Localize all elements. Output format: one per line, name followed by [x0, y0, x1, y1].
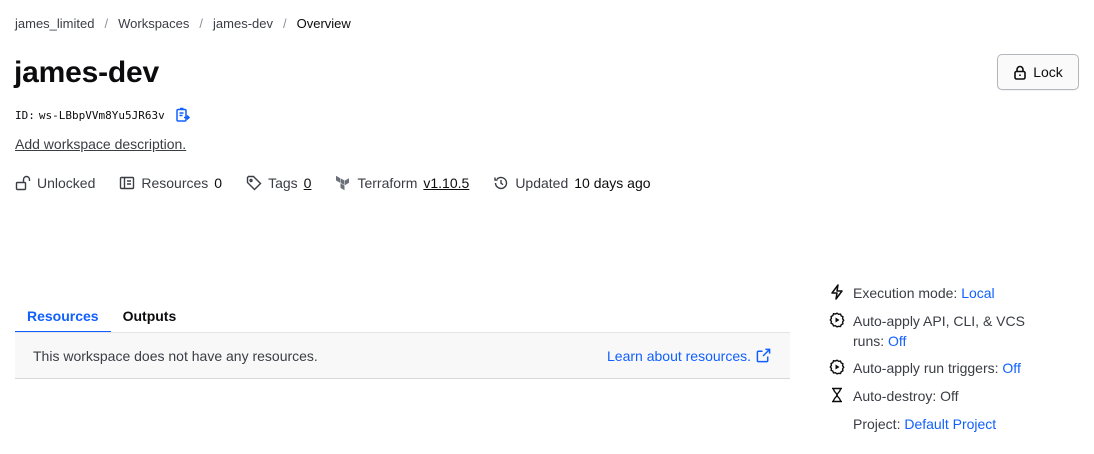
breadcrumb-workspaces[interactable]: Workspaces: [118, 16, 189, 31]
tags-value[interactable]: 0: [304, 175, 312, 191]
terraform-version-value[interactable]: v1.10.5: [423, 175, 469, 191]
tab-bar: Resources Outputs: [15, 304, 188, 333]
tags-count: Tags 0: [246, 175, 311, 191]
breadcrumb-current: Overview: [296, 16, 351, 31]
add-description-link[interactable]: Add workspace description.: [15, 136, 186, 152]
run-triggers-icon: [829, 358, 845, 376]
breadcrumb-workspace[interactable]: james-dev: [213, 16, 273, 31]
execution-mode-label: Execution mode:: [853, 285, 958, 301]
project-label: Project:: [853, 416, 901, 432]
unlocked-icon: [15, 175, 31, 191]
project-value[interactable]: Default Project: [904, 416, 996, 432]
resources-count: Resources 0: [119, 175, 222, 191]
updated-value: 10 days ago: [574, 175, 651, 191]
auto-destroy: Auto-destroy: Off: [829, 386, 1069, 406]
resources-panel: This workspace does not have any resourc…: [15, 332, 790, 379]
breadcrumb-separator: /: [104, 16, 109, 31]
tab-resources[interactable]: Resources: [15, 304, 111, 333]
lock-status: Unlocked: [15, 175, 95, 191]
empty-resources-message: This workspace does not have any resourc…: [33, 347, 318, 364]
auto-apply-triggers-value[interactable]: Off: [1002, 360, 1020, 376]
updated-time: Updated 10 days ago: [493, 175, 651, 191]
auto-destroy-value: Off: [940, 388, 959, 404]
auto-apply-icon: [829, 311, 845, 329]
workspace-id-value: ws-LBbpVVm8Yu5JR63v: [38, 108, 165, 122]
copy-icon[interactable]: [175, 107, 191, 123]
workspace-meta: Unlocked Resources 0 Tags 0 Terraform v1…: [15, 175, 675, 191]
lock-status-label: Unlocked: [37, 175, 96, 191]
resources-value: 0: [214, 175, 223, 191]
learn-resources-link[interactable]: Learn about resources.: [607, 348, 771, 364]
workspace-id: ID: ws-LBbpVVm8Yu5JR63v: [15, 107, 191, 123]
breadcrumb: james_limited / Workspaces / james-dev /…: [15, 16, 351, 31]
terraform-icon: [335, 175, 351, 191]
execution-mode-value[interactable]: Local: [961, 285, 994, 301]
history-icon: [493, 175, 509, 191]
lock-button[interactable]: Lock: [997, 54, 1079, 90]
tag-icon: [246, 175, 262, 191]
resources-label: Resources: [141, 175, 209, 191]
auto-apply-label-line2: runs:: [853, 333, 885, 349]
lightning-icon: [829, 283, 845, 301]
lock-icon: [1013, 65, 1027, 80]
auto-apply-value[interactable]: Off: [888, 333, 906, 349]
breadcrumb-separator: /: [283, 16, 287, 31]
terraform-label: Terraform: [357, 175, 418, 191]
breadcrumb-separator: /: [199, 16, 204, 31]
auto-apply: Auto-apply API, CLI, & VCS runs: Off: [829, 311, 1069, 351]
auto-destroy-label: Auto-destroy:: [853, 388, 937, 404]
workspace-id-label: ID:: [15, 108, 35, 122]
tags-label: Tags: [268, 175, 298, 191]
external-link-icon: [756, 348, 771, 363]
auto-apply-label-line1: Auto-apply API, CLI, & VCS: [853, 313, 1025, 329]
lock-button-label: Lock: [1033, 64, 1063, 80]
terraform-version: Terraform v1.10.5: [335, 175, 469, 191]
tab-outputs[interactable]: Outputs: [111, 304, 189, 333]
breadcrumb-org[interactable]: james_limited: [15, 16, 94, 31]
learn-resources-label: Learn about resources.: [607, 347, 751, 364]
updated-label: Updated: [515, 175, 569, 191]
project: Project: Default Project: [829, 414, 1069, 434]
resources-icon: [119, 175, 135, 191]
auto-apply-run-triggers: Auto-apply run triggers: Off: [829, 358, 1069, 378]
auto-apply-triggers-label: Auto-apply run triggers:: [853, 360, 999, 376]
page-title: james-dev: [14, 56, 159, 89]
execution-mode: Execution mode: Local: [829, 283, 1069, 303]
hourglass-icon: [829, 386, 845, 404]
